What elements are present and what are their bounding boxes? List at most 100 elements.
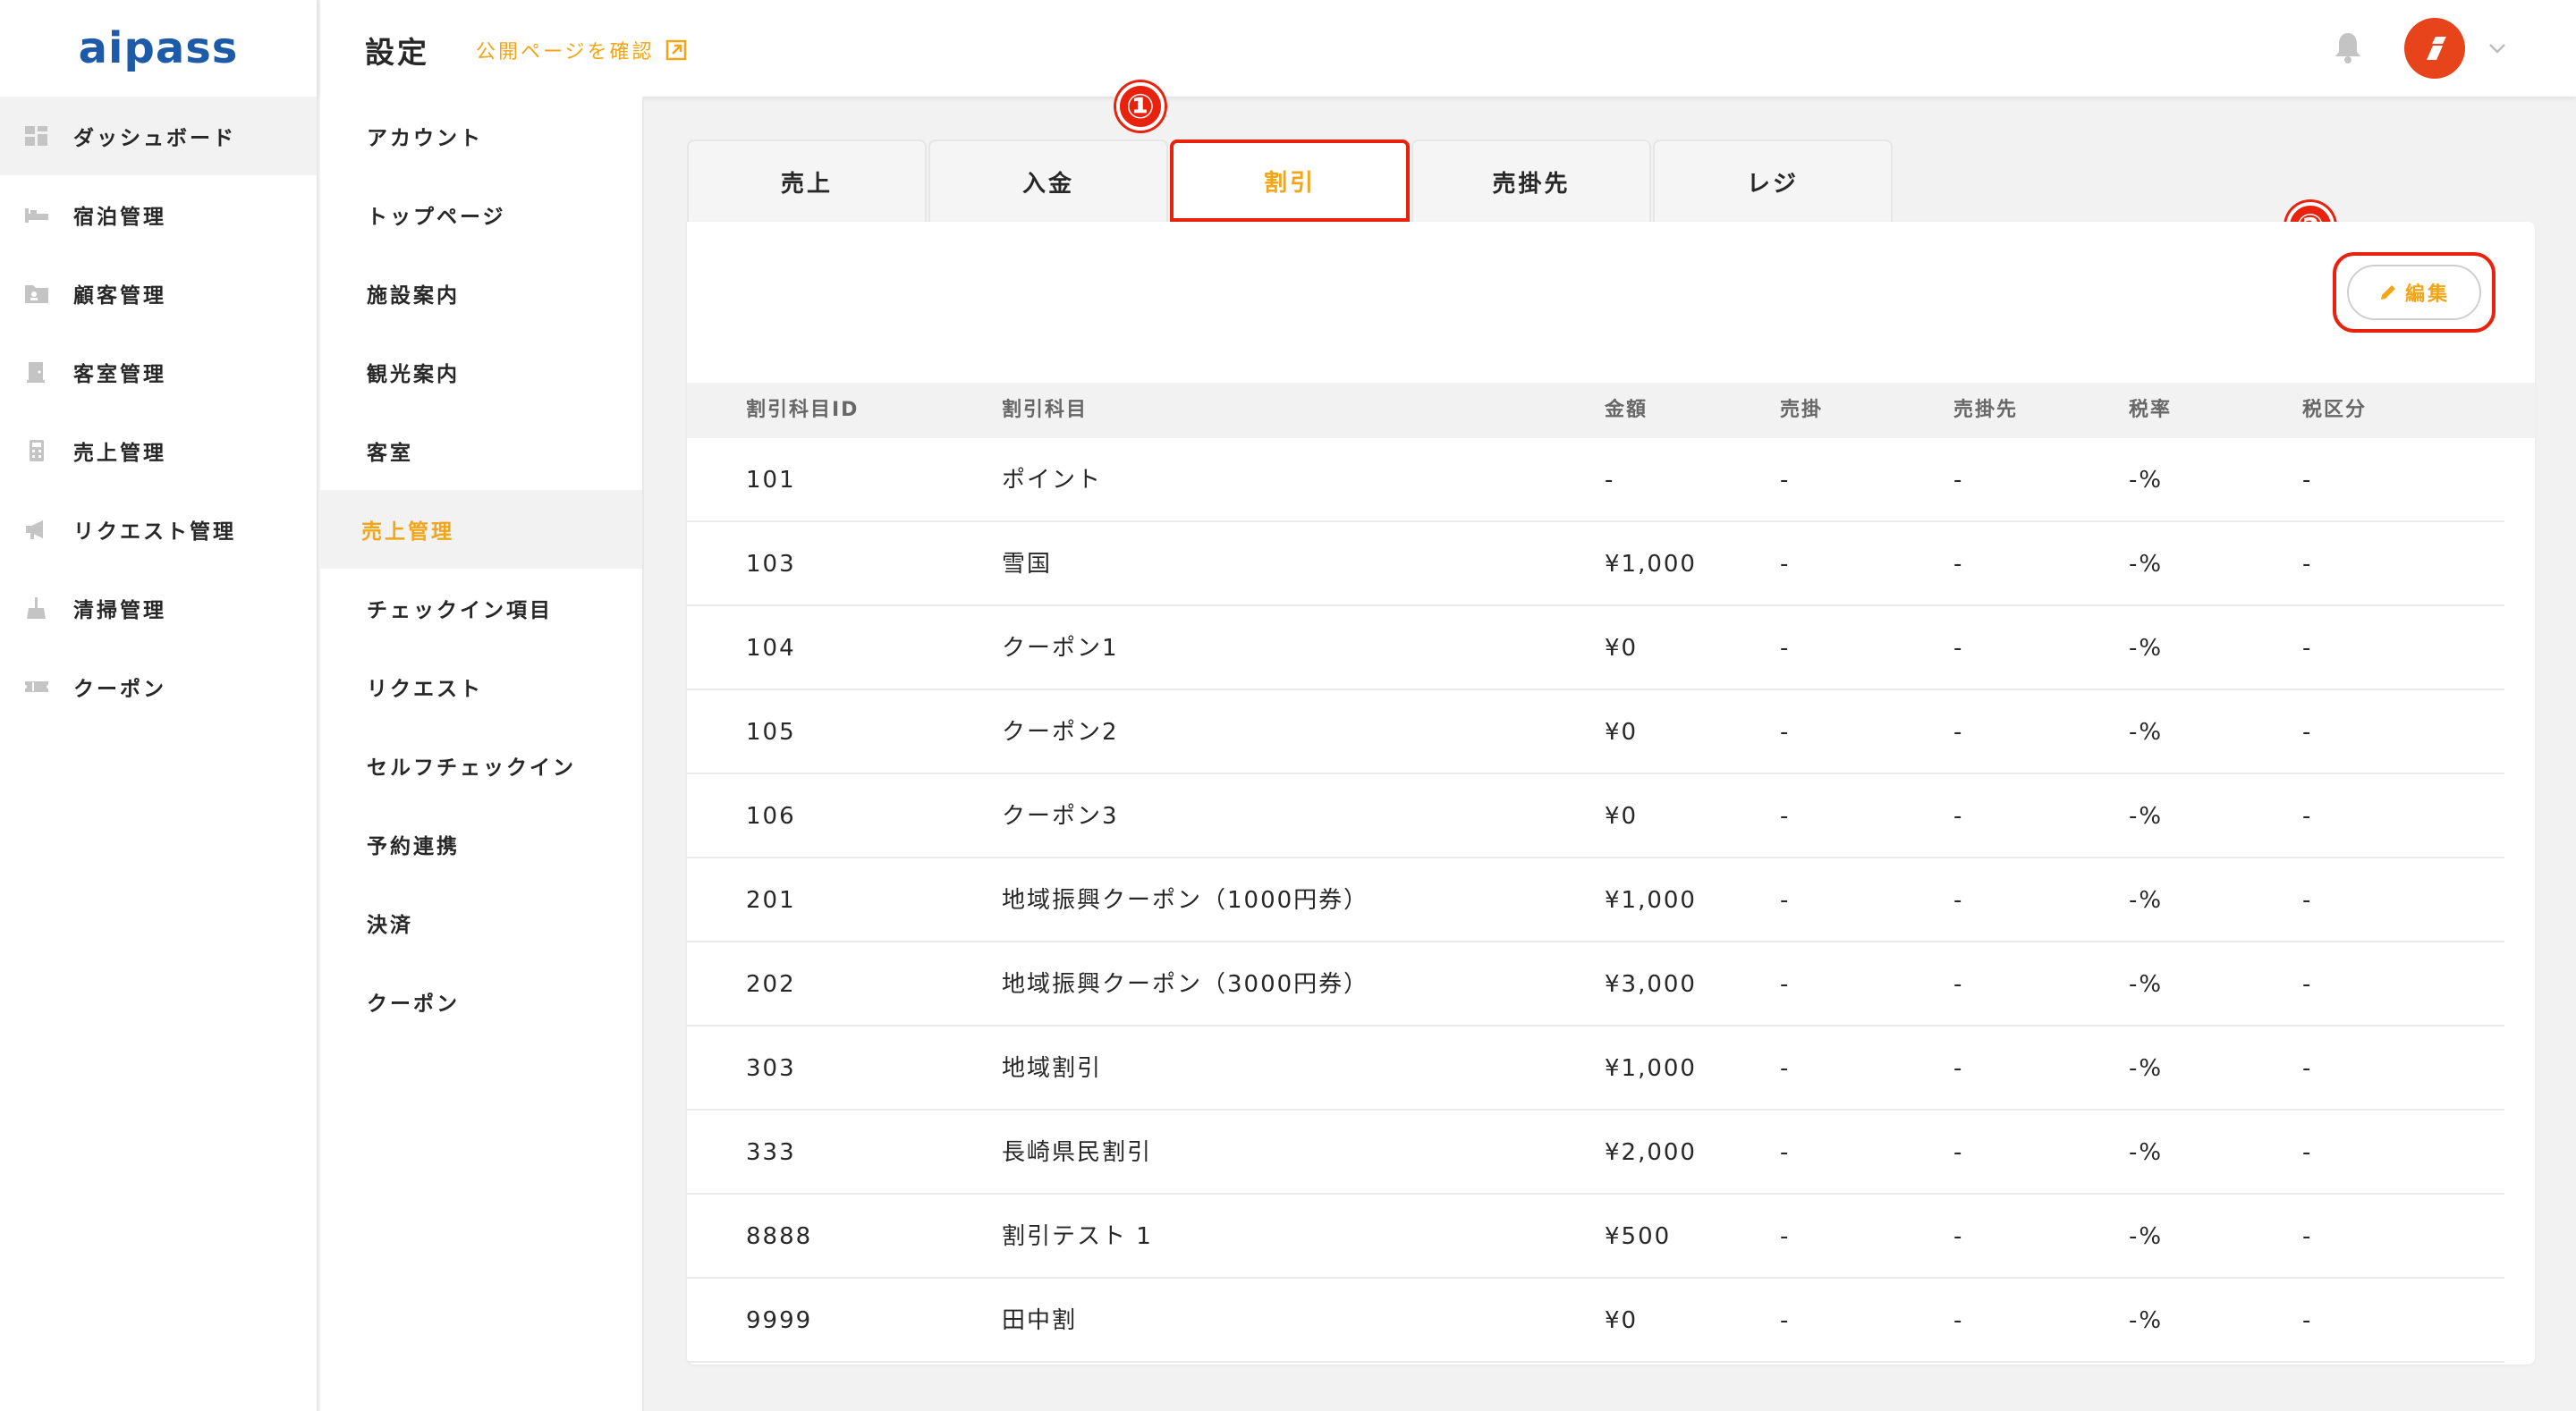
table-cell: ¥1,000 <box>1605 1055 1697 1082</box>
table-cell: 105 <box>746 719 796 746</box>
table-cell: - <box>2302 719 2313 746</box>
logo-text: aipass <box>78 23 239 73</box>
table-cell: 103 <box>746 551 796 578</box>
tab-3[interactable]: 売掛先 <box>1411 139 1651 222</box>
submenu-item[interactable]: リクエスト <box>320 647 642 726</box>
table-row: 201 地域振興クーポン（1000円券） ¥1,000 - - -% - <box>687 858 2504 942</box>
table-cell: - <box>1953 635 1964 662</box>
sidebar-item-megaphone[interactable]: リクエスト管理 <box>0 490 317 569</box>
settings-submenu: アカウント トップページ 施設案内 観光案内 客室 売上管理 チェックイン項目 リクエスト セル… <box>320 97 644 1411</box>
table-cell: - <box>1953 971 1964 998</box>
table-cell: 地域振興クーポン（1000円券） <box>1002 887 1369 914</box>
sidebar-item-customer-folder[interactable]: 顧客管理 <box>0 254 317 333</box>
table-cell: 割引テスト 1 <box>1002 1223 1153 1250</box>
submenu-item[interactable]: セルフチェックイン <box>320 726 642 805</box>
calculator-icon <box>23 439 50 462</box>
sidebar-item-label: クーポン <box>73 678 166 701</box>
logo[interactable]: aipass <box>0 0 317 97</box>
callout-1: ① <box>1116 82 1165 131</box>
edit-button[interactable]: 編集 <box>2347 265 2481 320</box>
table-cell: - <box>1953 1055 1964 1082</box>
table-body: 101 ポイント - - - -% - 103 雪国 ¥1,000 - - -% - 104 クーポン1 ¥0 -… <box>687 438 2535 1363</box>
sidebar-item-bed[interactable]: 宿泊管理 <box>0 175 317 254</box>
submenu-item[interactable]: クーポン <box>320 962 642 1041</box>
table-cell: クーポン1 <box>1002 635 1119 662</box>
table-cell: - <box>1780 887 1791 914</box>
tab-1[interactable]: 入金 <box>928 139 1168 222</box>
table-cell: - <box>1953 719 1964 746</box>
table-cell: 田中割 <box>1002 1307 1078 1334</box>
table-cell: 202 <box>746 971 796 998</box>
submenu-item[interactable]: 観光案内 <box>320 333 642 411</box>
table-cell: -% <box>2129 635 2164 662</box>
bell-icon[interactable] <box>2333 30 2363 64</box>
submenu-item[interactable]: 決済 <box>320 883 642 962</box>
header: 設定 公開ページを確認 <box>320 0 2576 97</box>
table-cell: ¥0 <box>1605 635 1639 662</box>
submenu-item[interactable]: 売上管理 <box>320 490 642 569</box>
broom-icon <box>23 596 50 620</box>
submenu-item[interactable]: 客室 <box>320 411 642 490</box>
table-row: 202 地域振興クーポン（3000円券） ¥3,000 - - -% - <box>687 942 2504 1027</box>
column-header: 税区分 <box>2302 399 2368 421</box>
submenu-item[interactable]: 予約連携 <box>320 805 642 883</box>
table-cell: ポイント <box>1002 467 1103 494</box>
table-row: 303 地域割引 ¥1,000 - - -% - <box>687 1027 2504 1111</box>
table-cell: -% <box>2129 887 2164 914</box>
column-header: 割引科目 <box>1002 399 1089 421</box>
table-row: 8888 割引テスト 1 ¥500 - - -% - <box>687 1195 2504 1279</box>
sidebar-item-calculator[interactable]: 売上管理 <box>0 411 317 490</box>
edit-button-label: 編集 <box>2404 283 2450 306</box>
column-header: 割引科目ID <box>746 399 860 421</box>
sidebar-item-label: 宿泊管理 <box>73 206 166 229</box>
table-row: 333 長崎県民割引 ¥2,000 - - -% - <box>687 1111 2504 1195</box>
submenu-item[interactable]: チェックイン項目 <box>320 569 642 647</box>
sidebar-item-broom[interactable]: 清掃管理 <box>0 569 317 647</box>
table-cell: -% <box>2129 803 2164 830</box>
submenu-item[interactable]: トップページ <box>320 175 642 254</box>
avatar[interactable] <box>2404 18 2465 79</box>
sidebar-item-label: ダッシュボード <box>73 127 236 150</box>
table-row: 103 雪国 ¥1,000 - - -% - <box>687 522 2504 606</box>
table-row: 106 クーポン3 ¥0 - - -% - <box>687 774 2504 858</box>
sidebar-item-label: リクエスト管理 <box>73 520 236 544</box>
tab-0[interactable]: 売上 <box>687 139 927 222</box>
table-cell: - <box>1780 635 1791 662</box>
table-cell: -% <box>2129 1139 2164 1166</box>
table-cell: - <box>1780 1307 1791 1334</box>
table-cell: - <box>2302 971 2313 998</box>
table-cell: クーポン3 <box>1002 803 1119 830</box>
table-cell: 101 <box>746 467 796 494</box>
table-cell: ¥1,000 <box>1605 551 1697 578</box>
table-row: 104 クーポン1 ¥0 - - -% - <box>687 606 2504 690</box>
table-cell: -% <box>2129 971 2164 998</box>
table-cell: - <box>2302 635 2313 662</box>
chevron-down-icon[interactable] <box>2487 38 2508 59</box>
tab-bar: 売上 入金 割引 売掛先 レジ <box>687 139 1894 222</box>
table-cell: 333 <box>746 1139 796 1166</box>
column-header: 売掛 <box>1780 399 1824 421</box>
sidebar-item-coupon[interactable]: クーポン <box>0 647 317 726</box>
table-cell: - <box>2302 1055 2313 1082</box>
dashboard-icon <box>23 124 50 148</box>
table-cell: - <box>1953 1223 1964 1250</box>
table-cell: ¥0 <box>1605 1307 1639 1334</box>
page-title: 設定 <box>365 35 429 70</box>
sidebar-item-door[interactable]: 客室管理 <box>0 333 317 411</box>
sidebar-item-label: 客室管理 <box>73 363 166 386</box>
tab-2[interactable]: 割引 <box>1170 139 1410 222</box>
submenu-item[interactable]: アカウント <box>320 97 642 175</box>
table-cell: 地域割引 <box>1002 1055 1103 1082</box>
public-page-link[interactable]: 公開ページを確認 <box>476 36 687 64</box>
table-cell: -% <box>2129 719 2164 746</box>
tab-4[interactable]: レジ <box>1653 139 1893 222</box>
table-cell: 106 <box>746 803 796 830</box>
table-cell: - <box>1780 467 1791 494</box>
table-cell: - <box>1953 803 1964 830</box>
table-cell: 9999 <box>746 1307 813 1334</box>
submenu-item[interactable]: 施設案内 <box>320 254 642 333</box>
sidebar-item-dashboard[interactable]: ダッシュボード <box>0 97 317 175</box>
table-row: 101 ポイント - - - -% - <box>687 438 2504 522</box>
table-cell: 雪国 <box>1002 551 1053 578</box>
table-cell: - <box>1780 1139 1791 1166</box>
